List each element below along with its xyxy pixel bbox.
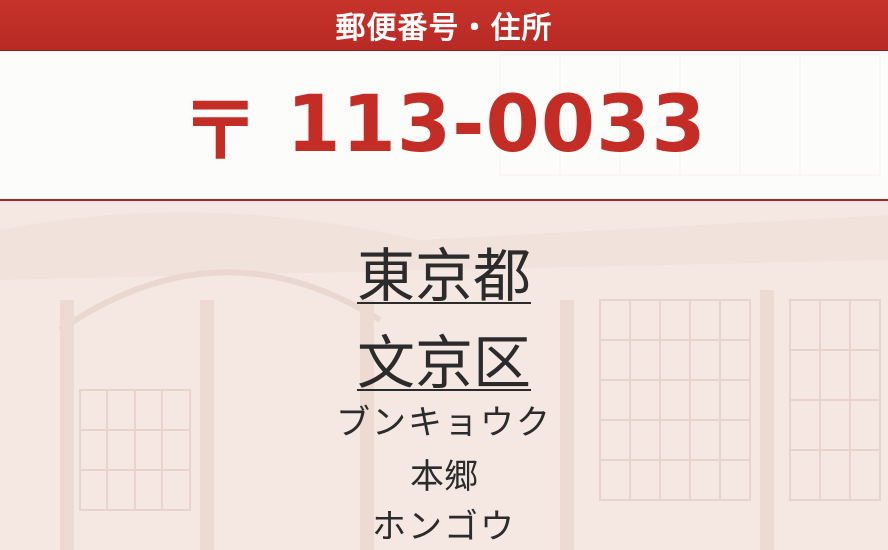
address-area: 東京都 文京区 ブンキョウク 本郷 ホンゴウ xyxy=(0,201,888,550)
header-bar: 郵便番号・住所 xyxy=(0,0,888,51)
prefecture-row: 東京都 xyxy=(0,229,888,313)
postal-code-band: 〒 113-0033 xyxy=(0,51,888,201)
postal-address-page: 郵便番号・住所 〒 113-0033 東京都 文京区 ブンキョウク 本郷 ホンゴ… xyxy=(0,0,888,550)
town-name: 本郷 xyxy=(410,457,478,497)
postal-mark-icon: 〒 xyxy=(181,87,261,177)
postal-code: 113-0033 xyxy=(286,80,707,170)
city-link[interactable]: 文京区 xyxy=(357,329,531,397)
city-kana: ブンキョウク xyxy=(336,403,552,443)
city-row: 文京区 xyxy=(0,316,888,400)
town-kana: ホンゴウ xyxy=(372,507,516,547)
prefecture-link[interactable]: 東京都 xyxy=(357,242,531,310)
postal-code-display: 〒 113-0033 xyxy=(181,69,706,181)
header-title: 郵便番号・住所 xyxy=(335,11,553,46)
